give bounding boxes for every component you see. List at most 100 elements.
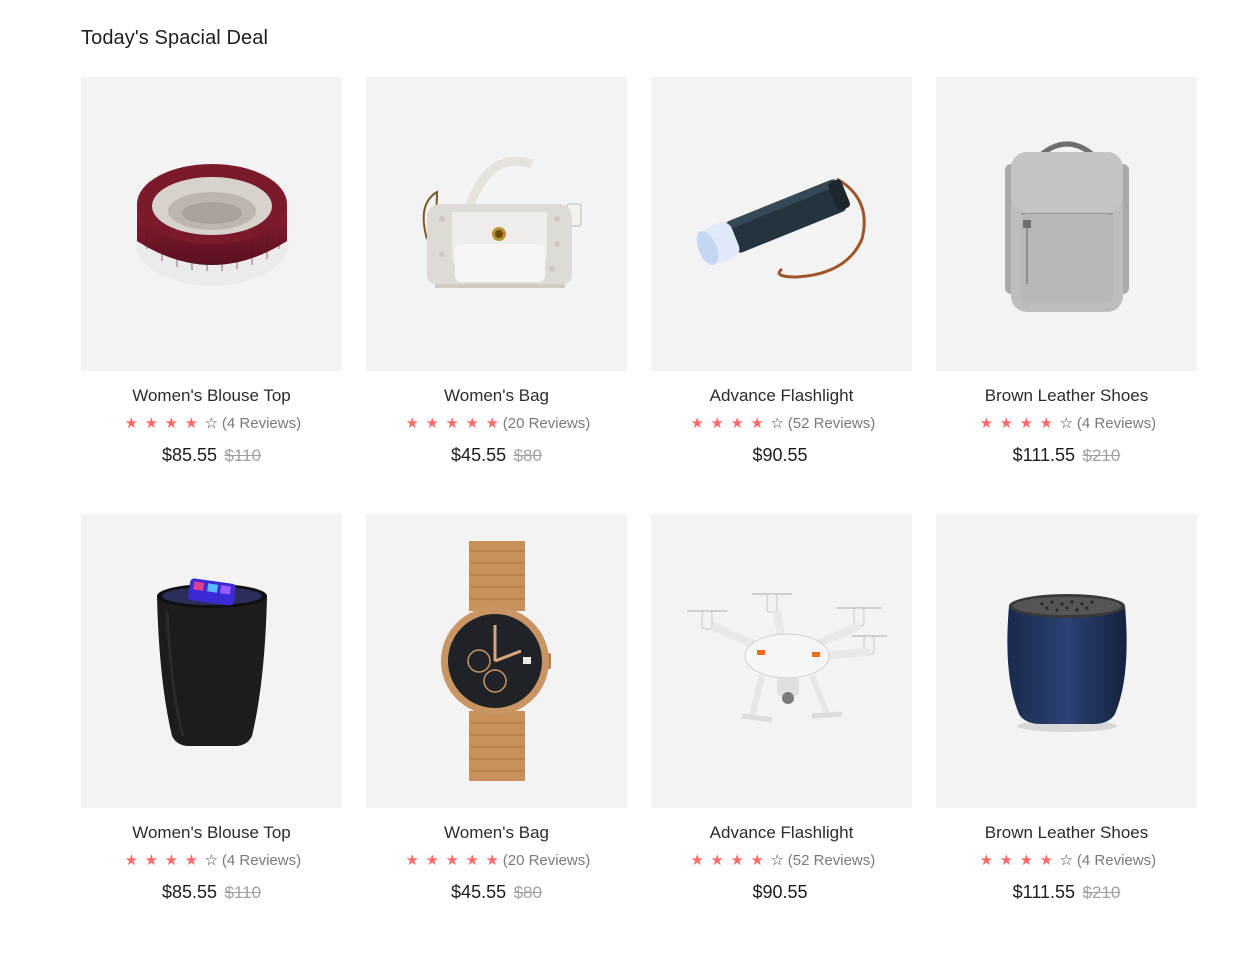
- star-icon: ★: [425, 852, 439, 869]
- star-icon: ★: [184, 415, 199, 432]
- section-title: Today's Spacial Deal: [81, 27, 269, 49]
- product-row: Women's Blouse Top ★ ★ ★ ★ ☆ (4 Reviews)…: [81, 77, 1197, 514]
- product-image[interactable]: [651, 77, 912, 371]
- product-price: $111.55: [1012, 445, 1076, 465]
- product-image[interactable]: [81, 77, 342, 371]
- star-icon: ★: [405, 852, 419, 869]
- star-icon: ☆: [1059, 415, 1074, 432]
- review-count: (20 Reviews): [502, 415, 591, 432]
- star-icon: ★: [690, 852, 704, 869]
- product-name[interactable]: Women's Bag: [366, 384, 627, 408]
- product-card[interactable]: Advance Flashlight ★ ★ ★ ★ ☆ (52 Reviews…: [651, 514, 912, 951]
- product-card[interactable]: Women's Blouse Top ★ ★ ★ ★ ☆ (4 Reviews)…: [81, 77, 342, 514]
- review-count: (4 Reviews): [1076, 415, 1157, 432]
- product-image[interactable]: [366, 514, 627, 808]
- product-price-block: $85.55 $110: [81, 880, 342, 904]
- wireless-charger-cup-icon: [156, 578, 267, 746]
- product-rating: ★ ★ ★ ★ ☆ (4 Reviews): [81, 851, 342, 871]
- product-old-price: $110: [224, 446, 262, 465]
- star-icon: ★: [979, 852, 994, 869]
- star-icon: ★: [485, 415, 499, 432]
- backpack-icon: [1004, 141, 1129, 312]
- product-price: $85.55: [161, 445, 218, 465]
- review-count: (20 Reviews): [502, 852, 591, 869]
- review-count: (4 Reviews): [1076, 852, 1157, 869]
- product-row: Women's Blouse Top ★ ★ ★ ★ ☆ (4 Reviews)…: [81, 514, 1197, 951]
- product-rating: ★ ★ ★ ★ ★ (20 Reviews): [366, 851, 627, 871]
- product-name[interactable]: Women's Blouse Top: [81, 821, 342, 845]
- product-card[interactable]: Women's Blouse Top ★ ★ ★ ★ ☆ (4 Reviews)…: [81, 514, 342, 951]
- product-old-price: $210: [1082, 446, 1121, 465]
- star-icon: ☆: [770, 852, 784, 869]
- speaker-icon: [1006, 594, 1127, 732]
- star-icon: ★: [1039, 852, 1054, 869]
- product-card[interactable]: Brown Leather Shoes ★ ★ ★ ★ ☆ (4 Reviews…: [936, 514, 1197, 951]
- product-name[interactable]: Advance Flashlight: [651, 821, 912, 845]
- product-price-block: $111.55 $210: [936, 880, 1197, 904]
- product-rating: ★ ★ ★ ★ ☆ (4 Reviews): [936, 851, 1197, 871]
- product-rating: ★ ★ ★ ★ ☆ (52 Reviews): [651, 851, 912, 871]
- star-icon: ☆: [1059, 852, 1074, 869]
- star-icon: ★: [124, 415, 139, 432]
- star-icon: ★: [1019, 415, 1034, 432]
- star-icon: ★: [999, 852, 1014, 869]
- review-count: (4 Reviews): [221, 852, 302, 869]
- product-card[interactable]: Brown Leather Shoes ★ ★ ★ ★ ☆ (4 Reviews…: [936, 77, 1197, 514]
- product-price: $45.55: [451, 882, 507, 902]
- drone-icon: [686, 593, 887, 723]
- product-price-block: $85.55 $110: [81, 443, 342, 467]
- product-image[interactable]: [936, 514, 1197, 808]
- product-price: $85.55: [161, 882, 218, 902]
- star-icon: ★: [750, 852, 764, 869]
- star-icon: ★: [710, 852, 724, 869]
- product-old-price: $80: [513, 446, 542, 465]
- product-name[interactable]: Women's Bag: [366, 821, 627, 845]
- product-price-block: $45.55 $80: [366, 443, 627, 467]
- product-price-block: $90.55: [651, 880, 912, 904]
- star-icon: ★: [1019, 852, 1034, 869]
- product-card[interactable]: Women's Bag ★ ★ ★ ★ ★ (20 Reviews) $45.5…: [366, 77, 627, 514]
- product-rating: ★ ★ ★ ★ ☆ (4 Reviews): [936, 414, 1197, 434]
- product-card[interactable]: Women's Bag ★ ★ ★ ★ ★ (20 Reviews) $45.5…: [366, 514, 627, 951]
- product-price: $45.55: [451, 445, 507, 465]
- handbag-icon: [422, 156, 581, 288]
- star-icon: ★: [164, 852, 179, 869]
- star-icon: ★: [999, 415, 1014, 432]
- star-icon: ★: [730, 415, 744, 432]
- product-price: $90.55: [752, 882, 808, 902]
- product-card[interactable]: Advance Flashlight ★ ★ ★ ★ ☆ (52 Reviews…: [651, 77, 912, 514]
- star-icon: ★: [184, 852, 199, 869]
- star-icon: ★: [690, 415, 704, 432]
- wristwatch-icon: [440, 541, 551, 781]
- product-old-price: $80: [513, 883, 542, 902]
- star-icon: ★: [425, 415, 439, 432]
- star-icon: ★: [405, 415, 419, 432]
- product-name[interactable]: Women's Blouse Top: [81, 384, 342, 408]
- product-name[interactable]: Advance Flashlight: [651, 384, 912, 408]
- star-icon: ☆: [770, 415, 784, 432]
- product-name[interactable]: Brown Leather Shoes: [936, 821, 1197, 845]
- product-image[interactable]: [81, 514, 342, 808]
- product-rating: ★ ★ ★ ★ ★ (20 Reviews): [366, 414, 627, 434]
- star-icon: ★: [465, 852, 479, 869]
- product-old-price: $210: [1082, 883, 1121, 902]
- star-icon: ★: [979, 415, 994, 432]
- product-image[interactable]: [366, 77, 627, 371]
- product-image[interactable]: [651, 514, 912, 808]
- product-price-block: $90.55: [651, 443, 912, 467]
- product-image[interactable]: [936, 77, 1197, 371]
- product-name[interactable]: Brown Leather Shoes: [936, 384, 1197, 408]
- star-icon: ★: [485, 852, 499, 869]
- review-count: (52 Reviews): [787, 852, 876, 869]
- product-price-block: $45.55 $80: [366, 880, 627, 904]
- star-icon: ★: [1039, 415, 1054, 432]
- star-icon: ★: [750, 415, 764, 432]
- product-price: $90.55: [752, 445, 808, 465]
- product-rating: ★ ★ ★ ★ ☆ (4 Reviews): [81, 414, 342, 434]
- star-icon: ☆: [204, 415, 219, 432]
- product-old-price: $110: [224, 883, 262, 902]
- flashlight-icon: [696, 177, 866, 279]
- star-icon: ★: [710, 415, 724, 432]
- knit-headband-icon: [135, 164, 288, 286]
- product-price-block: $111.55 $210: [936, 443, 1197, 467]
